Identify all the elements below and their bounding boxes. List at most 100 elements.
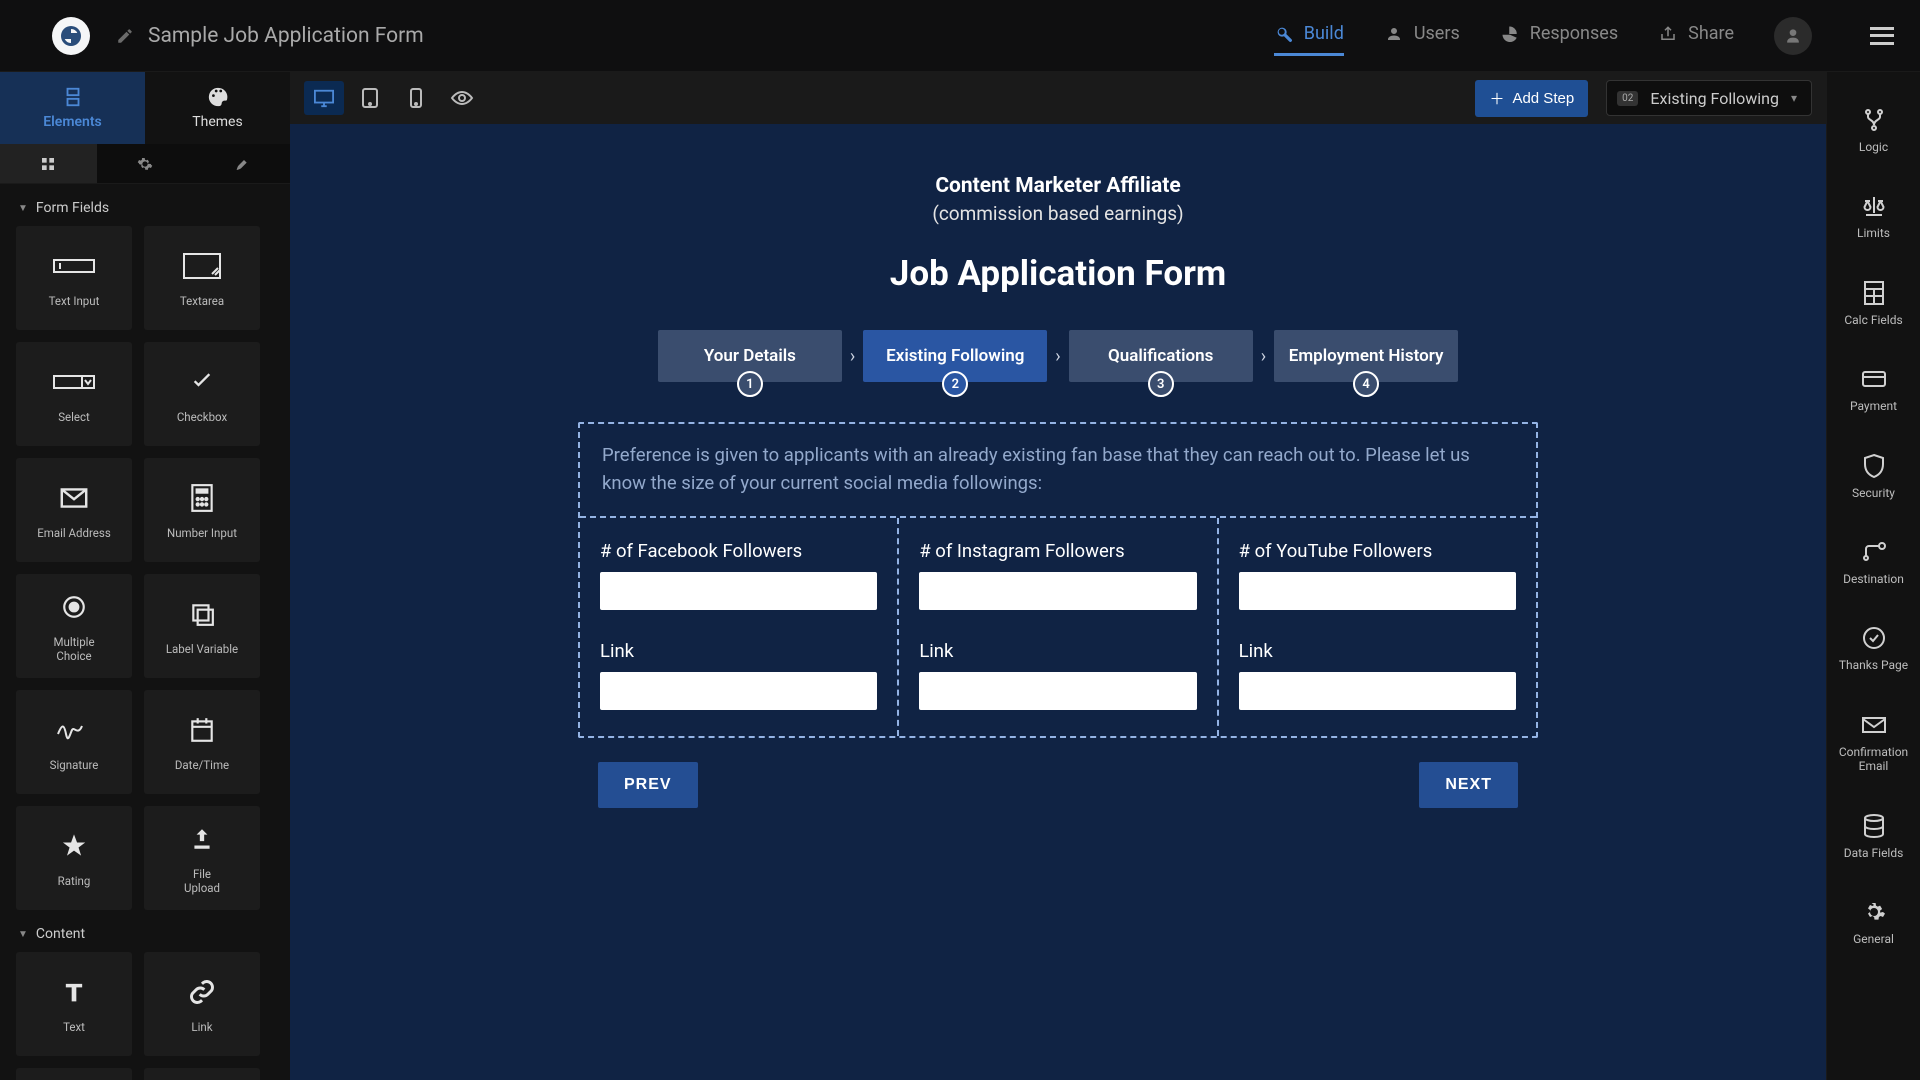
card-icon [1861, 367, 1887, 391]
tile-select[interactable]: Select [16, 342, 132, 446]
device-desktop-button[interactable] [304, 81, 344, 115]
rail-security[interactable]: Security [1827, 436, 1920, 518]
device-tablet-button[interactable] [350, 81, 390, 115]
col-youtube: # of YouTube Followers Link [1217, 518, 1536, 736]
rail-general[interactable]: General [1827, 882, 1920, 964]
shield-icon [1863, 454, 1885, 478]
instagram-count-label: # of Instagram Followers [919, 540, 1196, 562]
rail-confirm-label: Confirmation Email [1827, 745, 1920, 774]
tile-number[interactable]: Number Input [144, 458, 260, 562]
rail-limits-label: Limits [1857, 226, 1890, 240]
nav-share[interactable]: Share [1658, 23, 1734, 48]
tile-video[interactable] [144, 1068, 260, 1080]
preview-button[interactable] [442, 81, 482, 115]
tile-checkbox[interactable]: Checkbox [144, 342, 260, 446]
step-2[interactable]: Existing Following 2 [863, 330, 1047, 382]
tile-textarea-label: Textarea [180, 295, 224, 309]
subtab-grid[interactable] [0, 144, 97, 183]
step-3[interactable]: Qualifications 3 [1069, 330, 1253, 382]
tile-link[interactable]: Link [144, 952, 260, 1056]
left-tab-elements[interactable]: Elements [0, 72, 145, 144]
tile-upload-label: File Upload [184, 868, 220, 896]
top-nav: Build Users Responses Share [1274, 17, 1894, 55]
tile-multiple-choice[interactable]: Multiple Choice [16, 574, 132, 678]
tile-textarea[interactable]: Textarea [144, 226, 260, 330]
instagram-count-input[interactable] [919, 572, 1196, 610]
prev-button[interactable]: PREV [598, 762, 698, 808]
rail-confirmation-email[interactable]: Confirmation Email [1827, 695, 1920, 792]
youtube-count-input[interactable] [1239, 572, 1516, 610]
device-mobile-button[interactable] [396, 81, 436, 115]
next-button[interactable]: NEXT [1419, 762, 1518, 808]
tile-datetime[interactable]: Date/Time [144, 690, 260, 794]
subtab-style[interactable] [193, 144, 290, 183]
app-logo[interactable] [52, 17, 90, 55]
chevron-right-icon: › [1257, 346, 1270, 367]
step-1[interactable]: Your Details 1 [658, 330, 842, 382]
text-icon [60, 973, 88, 1011]
subtab-settings[interactable] [97, 144, 194, 183]
caret-down-icon: ▼ [18, 203, 28, 214]
tile-signature[interactable]: Signature [16, 690, 132, 794]
rail-data-fields[interactable]: Data Fields [1827, 796, 1920, 878]
facebook-count-input[interactable] [600, 572, 877, 610]
tile-rating-label: Rating [58, 875, 91, 889]
add-step-button[interactable]: ＋ Add Step [1475, 80, 1588, 117]
left-panel: Elements Themes ▼ Form Fields Text Input [0, 72, 290, 1080]
step-dropdown[interactable]: 02 Existing Following ▾ [1606, 80, 1812, 116]
page-title: Sample Job Application Form [148, 24, 424, 48]
email-icon [59, 479, 89, 517]
gear-icon [1862, 900, 1886, 924]
section-content-header[interactable]: ▼ Content [0, 910, 290, 952]
step-2-label: Existing Following [886, 346, 1024, 366]
rail-datafields-label: Data Fields [1844, 846, 1904, 860]
tile-email[interactable]: Email Address [16, 458, 132, 562]
edit-title-icon[interactable] [116, 27, 134, 45]
youtube-count-label: # of YouTube Followers [1239, 540, 1516, 562]
facebook-count-label: # of Facebook Followers [600, 540, 877, 562]
step-4-num: 4 [1353, 371, 1379, 397]
tile-label-variable[interactable]: Label Variable [144, 574, 260, 678]
youtube-link-input[interactable] [1239, 672, 1516, 710]
rail-destination[interactable]: Destination [1827, 522, 1920, 604]
wrench-icon [1274, 24, 1294, 44]
rail-limits[interactable]: Limits [1827, 176, 1920, 258]
facebook-link-label: Link [600, 640, 877, 662]
tile-image[interactable] [16, 1068, 132, 1080]
device-bar: ＋ Add Step 02 Existing Following ▾ [290, 72, 1826, 124]
tile-signature-label: Signature [50, 759, 99, 773]
section-form-fields-header[interactable]: ▼ Form Fields [0, 184, 290, 226]
instagram-link-input[interactable] [919, 672, 1196, 710]
facebook-link-input[interactable] [600, 672, 877, 710]
nav-responses[interactable]: Responses [1500, 23, 1618, 48]
step-4[interactable]: Employment History 4 [1274, 330, 1458, 382]
left-tab-elements-label: Elements [43, 114, 101, 130]
form-canvas: Content Marketer Affiliate (commission b… [290, 124, 1826, 1080]
content-grid: Text Link [0, 952, 290, 1080]
nav-build[interactable]: Build [1274, 23, 1344, 48]
label-var-icon [189, 595, 215, 633]
tile-text[interactable]: Text [16, 952, 132, 1056]
checkbox-icon [188, 363, 216, 401]
tile-datetime-label: Date/Time [175, 759, 229, 773]
tile-text-input-label: Text Input [49, 295, 100, 309]
nav-users[interactable]: Users [1384, 23, 1460, 48]
main-menu-icon[interactable] [1870, 27, 1894, 45]
rail-payment[interactable]: Payment [1827, 349, 1920, 431]
col-facebook: # of Facebook Followers Link [580, 518, 897, 736]
rail-thanks[interactable]: Thanks Page [1827, 608, 1920, 690]
rail-logic[interactable]: Logic [1827, 90, 1920, 172]
step-2-num: 2 [942, 371, 968, 397]
share-icon [1658, 24, 1678, 44]
tile-rating[interactable]: Rating [16, 806, 132, 910]
left-tab-themes[interactable]: Themes [145, 72, 290, 144]
user-avatar[interactable] [1774, 17, 1812, 55]
rail-calc[interactable]: Calc Fields [1827, 263, 1920, 345]
tile-file-upload[interactable]: File Upload [144, 806, 260, 910]
form-card[interactable]: Preference is given to applicants with a… [578, 422, 1538, 738]
tile-text-label: Text [63, 1021, 85, 1035]
right-rail: Logic Limits Calc Fields Payment Securit… [1826, 72, 1920, 1080]
tile-text-input[interactable]: Text Input [16, 226, 132, 330]
section-content-label: Content [36, 926, 85, 942]
add-step-label: Add Step [1512, 90, 1574, 107]
